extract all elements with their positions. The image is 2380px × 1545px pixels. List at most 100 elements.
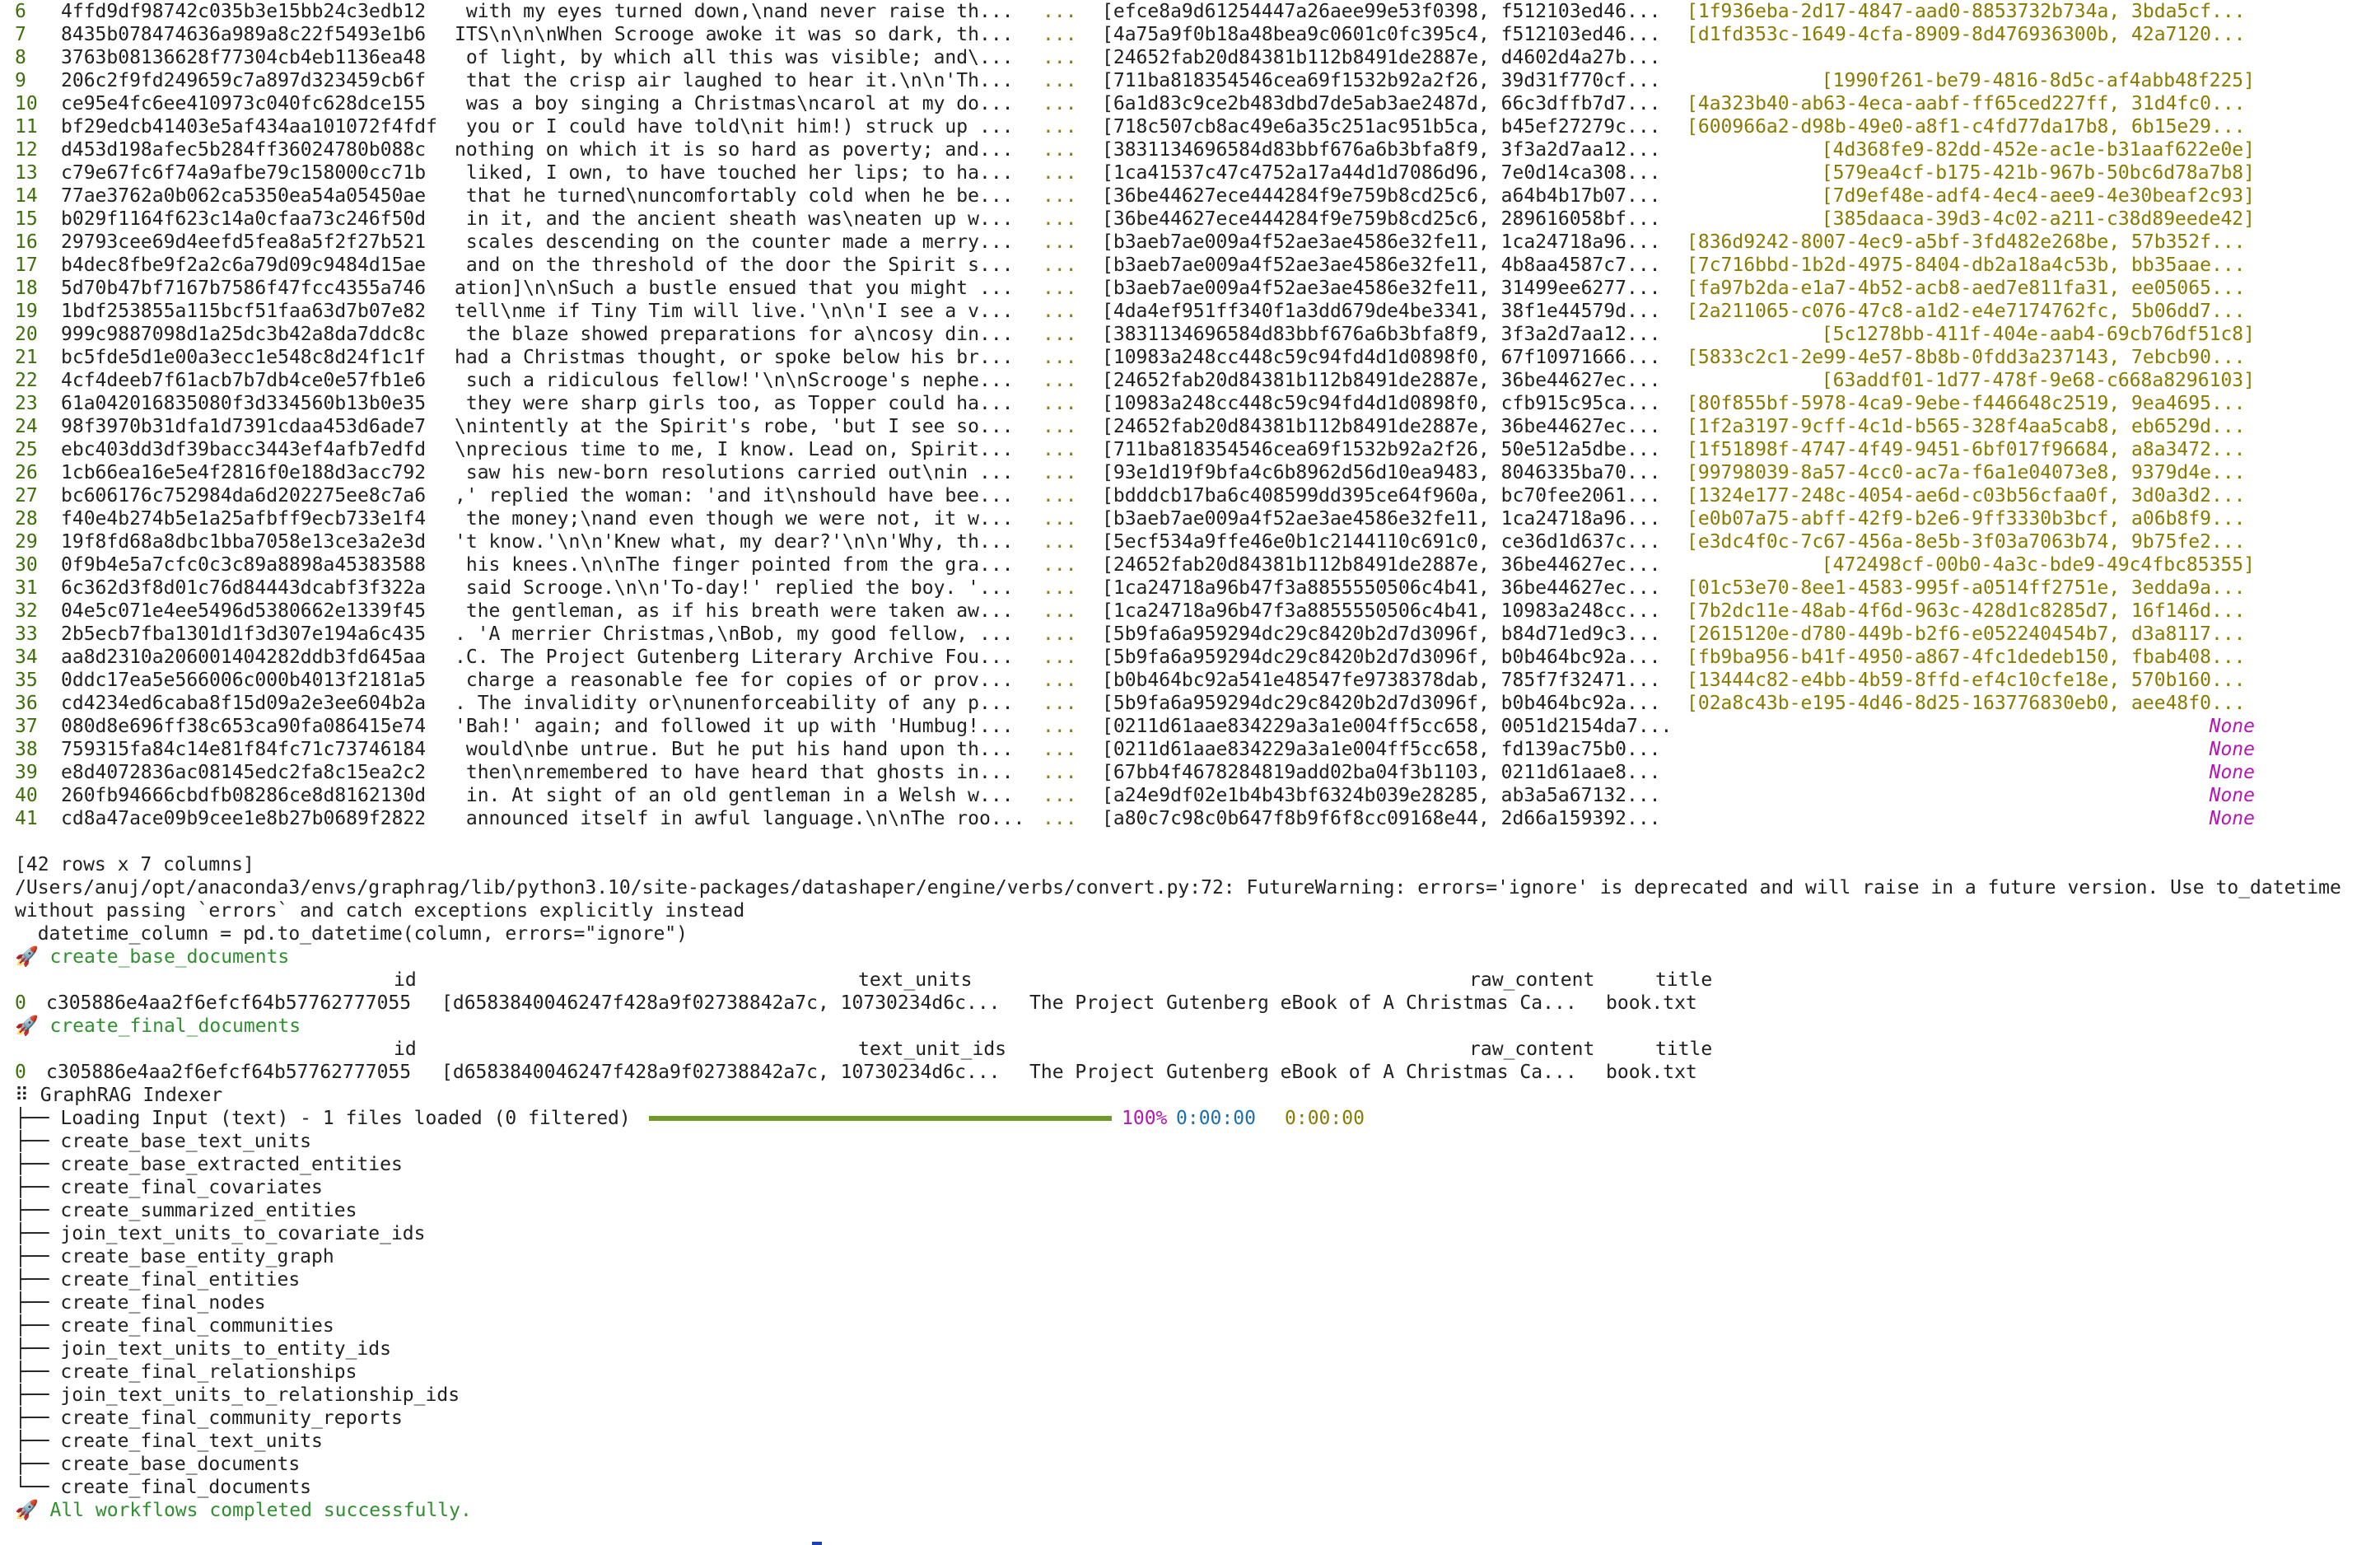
row-ellipsis: ... <box>1043 670 1077 691</box>
row-text: that he turned\nuncomfortably cold when … <box>455 185 1014 207</box>
row-document-ids: [3831134696584d83bbf676a6b3bfa8f9, 3f3a2… <box>1102 324 1661 345</box>
row-relationship-ids: [80f855bf-5978-4ca9-9ebe-f446648c2519, 9… <box>1687 393 2246 414</box>
row-text: \nprecious time to me, I know. Lead on, … <box>455 439 1014 460</box>
row-text: had a Christmas thought, or spoke below … <box>455 347 1014 368</box>
row-index: 22 <box>15 370 38 391</box>
workflow-step: ├── create_base_extracted_entities <box>15 1153 2380 1176</box>
workflow-step-text: ├── create_final_communities <box>15 1315 334 1337</box>
row-index: 13 <box>15 162 38 184</box>
future-warning-line-text: /Users/anuj/opt/anaconda3/envs/graphrag/… <box>15 877 2341 899</box>
workflow-heading-text: 🚀 create_base_documents <box>15 946 290 968</box>
row-relationship-ids: [1f51898f-4747-4f49-9451-6bf017f96684, a… <box>1687 439 2246 460</box>
row-text: liked, I own, to have touched her lips; … <box>455 162 1014 184</box>
workflow-step: ├── create_final_relationships <box>15 1361 2380 1384</box>
row-index: 41 <box>15 808 38 829</box>
row-index: 14 <box>15 185 38 207</box>
row-document-ids: [36be44627ece444284f9e759b8cd25c6, 28961… <box>1102 208 1661 230</box>
row-ellipsis: ... <box>1043 47 1077 68</box>
row-index: 18 <box>15 278 38 299</box>
row-text: in. At sight of an old gentleman in a We… <box>455 785 1014 806</box>
row-id: 080d8e696ff38c653ca90fa086415e74 <box>61 716 427 737</box>
col-raw-content: raw_content <box>1469 969 1595 991</box>
table-row: 30 0f9b4e5a7cfc0c3c89a8898a45383588 his k… <box>15 553 2380 576</box>
table-row: 41 cd8a47ace09b9cee1e8b27b0689f2822 annou… <box>15 807 2380 830</box>
row-document-ids: [3831134696584d83bbf676a6b3bfa8f9, 3f3a2… <box>1102 139 1661 161</box>
row-ellipsis: ... <box>1043 462 1077 483</box>
workflow-step-text: ├── create_final_text_units <box>15 1431 323 1452</box>
row-id: 4cf4deeb7f61acb7b7db4ce0e57fb1e6 <box>61 370 427 391</box>
row-id: 04e5c071e4ee5496d5380662e1339f45 <box>61 600 427 622</box>
row-document-ids: [24652fab20d84381b112b8491de2887e, 36be4… <box>1102 416 1661 437</box>
row-relationship-ids: None <box>2209 785 2255 806</box>
row-text: the gentleman, as if his breath were tak… <box>455 600 1014 622</box>
row-index: 38 <box>15 739 38 760</box>
row-document-ids: [10983a248cc448c59c94fd4d1d0898f0, 67f10… <box>1102 347 1661 368</box>
row-index: 19 <box>15 301 38 322</box>
row-text-units: [d6583840046247f428a9f02738842a7c, 10730… <box>441 992 1001 1014</box>
row-text: they were sharp girls too, as Topper cou… <box>455 393 1014 414</box>
row-document-ids: [b0b464bc92a541e48547fe9738378dab, 785f7… <box>1102 670 1661 691</box>
row-id: c305886e4aa2f6efcf64b57762777055 <box>46 1062 412 1083</box>
col-text-units: text_units <box>858 969 973 991</box>
row-index: 29 <box>15 531 38 553</box>
table-row: 23 61a042016835080f3d334560b13b0e35 they … <box>15 392 2380 415</box>
row-ellipsis: ... <box>1043 208 1077 230</box>
row-text: you or I could have told\nit him!) struc… <box>455 116 1014 138</box>
row-relationship-ids: [1f936eba-2d17-4847-aad0-8853732b734a, 3… <box>1687 1 2246 22</box>
row-ellipsis: ... <box>1043 162 1077 184</box>
row-document-ids: [1ca24718a96b47f3a8855550506c4b41, 36be4… <box>1102 577 1661 599</box>
row-document-ids: [1ca41537c47c4752a17a44d1d7086d96, 7e0d1… <box>1102 162 1661 184</box>
row-document-ids: [4da4ef951ff340f1a3dd679de4be3341, 38f1e… <box>1102 301 1661 322</box>
row-index: 7 <box>15 24 26 45</box>
progress-elapsed: 0:00:00 <box>1176 1108 1256 1129</box>
row-ellipsis: ... <box>1043 139 1077 161</box>
row-relationship-ids: None <box>2209 762 2255 783</box>
table-row: 20 999c9887098d1a25dc3b42a8da7ddc8c the b… <box>15 323 2380 346</box>
row-ellipsis: ... <box>1043 278 1077 299</box>
workflow-step: ├── create_final_covariates <box>15 1176 2380 1199</box>
row-id: 206c2f9fd249659c7a897d323459cb6f <box>61 70 427 91</box>
row-index: 26 <box>15 462 38 483</box>
workflow-step-text: ├── create_final_community_reports <box>15 1407 403 1429</box>
row-ellipsis: ... <box>1043 508 1077 530</box>
row-id: 19f8fd68a8dbc1bba7058e13ce3a2e3d <box>61 531 427 553</box>
col-id: id <box>394 969 417 991</box>
table-row: 35 0ddc17ea5e566006c000b4013f2181a5 charg… <box>15 669 2380 692</box>
row-ellipsis: ... <box>1043 485 1077 506</box>
row-id: 4ffd9df98742c035b3e15bb24c3edb12 <box>61 1 427 22</box>
table-row: 16 29793cee69d4eefd5fea8a5f2f27b521 scale… <box>15 231 2380 254</box>
row-index: 0 <box>15 992 26 1014</box>
row-document-ids: [24652fab20d84381b112b8491de2887e, d4602… <box>1102 47 1661 68</box>
col-title: title <box>1655 969 1713 991</box>
row-relationship-ids: [600966a2-d98b-49e0-a8f1-c4fd77da17b8, 6… <box>1687 116 2246 138</box>
row-ellipsis: ... <box>1043 808 1077 829</box>
terminal-cursor[interactable] <box>812 1542 822 1545</box>
row-document-ids: [a80c7c98c0b647f8b9f6f8cc09168e44, 2d66a… <box>1102 808 1661 829</box>
workflow-step: ├── create_base_documents <box>15 1453 2380 1476</box>
workflow-step-text: ├── create_final_covariates <box>15 1177 323 1198</box>
row-id: 8435b078474636a989a8c22f5493e1b6 <box>61 24 427 45</box>
table-row: 40 260fb94666cbdfb08286ce8d8162130d in. A… <box>15 784 2380 807</box>
row-relationship-ids: [2a211065-c076-47c8-a1d2-e4e7174762fc, 5… <box>1687 301 2246 322</box>
row-id: 29793cee69d4eefd5fea8a5f2f27b521 <box>61 231 427 253</box>
row-text: .C. The Project Gutenberg Literary Archi… <box>455 646 1014 668</box>
row-text: . The invalidity or\nunenforceability of… <box>455 693 1014 714</box>
table-row: 29 19f8fd68a8dbc1bba7058e13ce3a2e3d 't kno… <box>15 530 2380 553</box>
loading-progress-line: ├── Loading Input (text) - 1 files loade… <box>15 1107 2380 1130</box>
row-ellipsis: ... <box>1043 301 1077 322</box>
row-document-ids: [711ba818354546cea69f1532b92a2f26, 39d31… <box>1102 70 1661 91</box>
row-index: 6 <box>15 1 26 22</box>
row-ellipsis: ... <box>1043 554 1077 576</box>
table-row: 19 1bdf253855a115bcf51faa63d7b07e82 tell\n… <box>15 300 2380 323</box>
row-document-ids: [6a1d83c9ce2b483dbd7de5ab3ae2487d, 66c3d… <box>1102 93 1661 114</box>
row-relationship-ids: None <box>2209 739 2255 760</box>
row-relationship-ids: [472498cf-00b0-4a3c-bde9-49c4fbc85355] <box>1821 554 2255 576</box>
row-document-ids: [bdddcb17ba6c408599dd395ce64f960a, bc70f… <box>1102 485 1661 506</box>
workflow-step: ├── join_text_units_to_covariate_ids <box>15 1222 2380 1245</box>
row-relationship-ids: [63addf01-1d77-478f-9e68-c668a8296103] <box>1821 370 2255 391</box>
table-summary-text: [42 rows x 7 columns] <box>15 854 254 875</box>
row-index: 27 <box>15 485 38 506</box>
dataframe-row: 0 c305886e4aa2f6efcf64b57762777055 [d65838… <box>15 992 2380 1015</box>
col-title: title <box>1655 1039 1713 1060</box>
workflow-step: ├── create_summarized_entities <box>15 1199 2380 1222</box>
